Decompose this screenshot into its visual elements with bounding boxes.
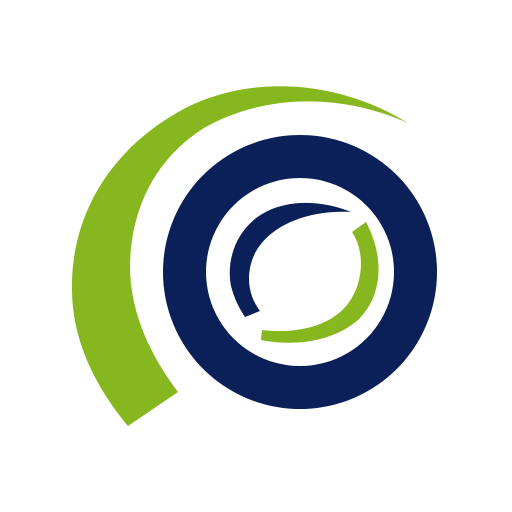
inner-green-crescent — [261, 222, 379, 343]
logo-canvas — [0, 0, 512, 512]
navy-outer-ring — [162, 135, 437, 409]
spiral-ring-logo-icon — [71, 86, 437, 427]
inner-navy-crescent — [229, 202, 351, 317]
